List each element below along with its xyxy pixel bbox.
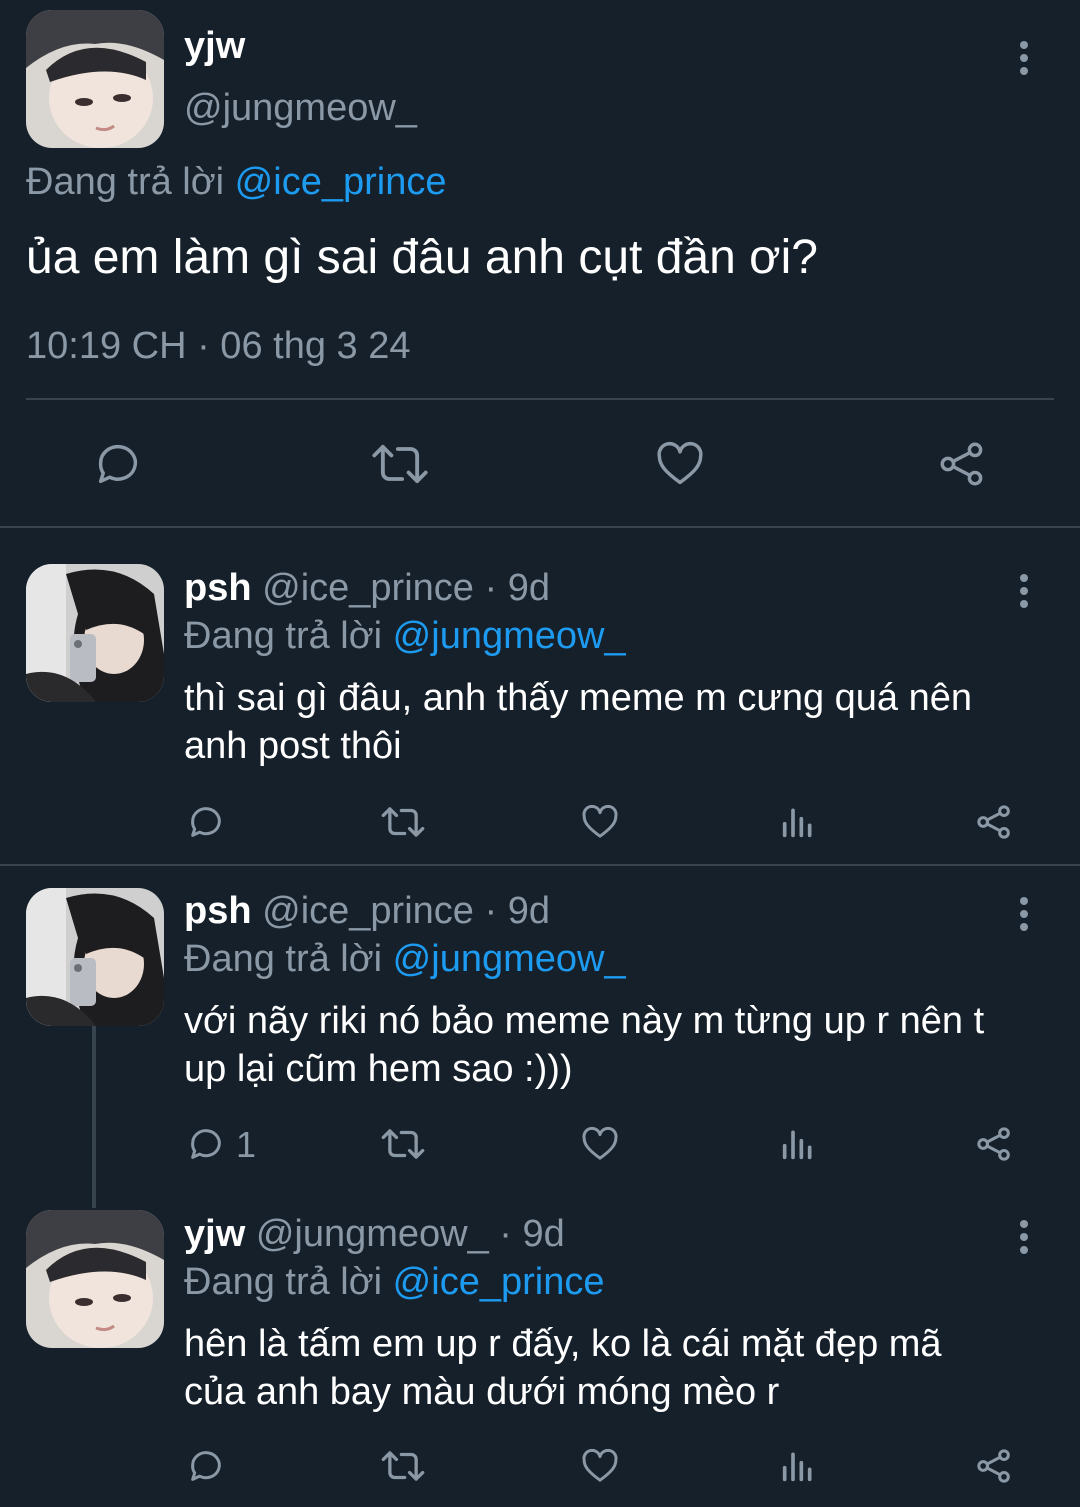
reply-text: với nãy riki nó bảo meme này m từng up r… [184,997,984,1093]
reply-icon[interactable] [92,438,144,490]
retweet-icon[interactable] [380,1446,426,1486]
replying-to-line: Đang trả lời @ice_prince [26,160,446,204]
reply-text-line: của anh bay màu dưới móng mèo r [184,1371,780,1413]
replying-to-link[interactable]: @jungmeow_ [393,938,626,980]
tweet-timestamp: 10:19 CH · 06 thg 3 24 [26,325,411,367]
replying-to-line: Đang trả lời @jungmeow_ [184,937,626,981]
views-icon[interactable] [778,1124,818,1164]
reply-icon[interactable] [186,1446,226,1486]
share-icon[interactable] [936,438,988,490]
reply-text-line: hên là tấm em up r đấy, ko là cái mặt đẹ… [184,1323,942,1365]
replying-to-line: Đang trả lời @jungmeow_ [184,614,626,658]
author-handle[interactable]: @jungmeow_ [256,1213,489,1255]
share-icon[interactable] [974,1446,1014,1486]
more-options-icon[interactable] [1018,893,1030,933]
replying-prefix: Đang trả lời [184,615,383,657]
replying-prefix: Đang trả lời [184,1261,383,1303]
replying-to-line: Đang trả lời @ice_prince [184,1260,604,1304]
reply-header: psh @ice_prince · 9d [184,566,550,610]
more-options-icon[interactable] [1018,37,1030,77]
author-handle[interactable]: @ice_prince [262,890,474,932]
replying-to-link[interactable]: @ice_prince [393,1261,605,1303]
more-options-icon[interactable] [1018,570,1030,610]
timestamp-divider [26,398,1054,400]
avatar[interactable] [26,10,164,148]
reply-count: 1 [236,1124,257,1165]
retweet-icon[interactable] [380,802,426,842]
reply-text-line: up lại cũm hem sao :))) [184,1048,573,1090]
author-handle[interactable]: @jungmeow_ [184,86,417,130]
like-icon[interactable] [580,802,620,842]
reply-text-line: với nãy riki nó bảo meme này m từng up r… [184,1000,985,1042]
author-name[interactable]: psh [184,890,252,932]
section-divider [0,526,1080,528]
author-name[interactable]: yjw [184,1213,245,1255]
avatar[interactable] [26,1210,164,1348]
reply-time: · 9d [484,567,550,609]
reply-text: thì sai gì đâu, anh thấy meme m cưng quá… [184,674,972,770]
avatar[interactable] [26,888,164,1026]
author-handle[interactable]: @ice_prince [262,567,474,609]
tweet-text: ủa em làm gì sai đâu anh cụt đần ơi? [26,231,818,284]
thread-connector [92,1026,96,1208]
retweet-icon[interactable] [380,1124,426,1164]
share-icon[interactable] [974,802,1014,842]
section-divider [0,864,1080,866]
reply-text: hên là tấm em up r đấy, ko là cái mặt đẹ… [184,1320,942,1416]
like-icon[interactable] [580,1124,620,1164]
reply-icon[interactable] [186,1124,226,1164]
replying-to-link[interactable]: @jungmeow_ [393,615,626,657]
replying-prefix: Đang trả lời [184,938,383,980]
reply-icon[interactable] [186,802,226,842]
replying-to-link[interactable]: @ice_prince [235,161,447,203]
views-icon[interactable] [778,1446,818,1486]
like-icon[interactable] [580,1446,620,1486]
reply-header: yjw @jungmeow_ · 9d [184,1212,565,1256]
author-name[interactable]: psh [184,567,252,609]
retweet-icon[interactable] [370,438,430,490]
reply-time: · 9d [499,1213,565,1255]
avatar[interactable] [26,564,164,702]
views-icon[interactable] [778,802,818,842]
more-options-icon[interactable] [1018,1216,1030,1256]
reply-text-line: thì sai gì đâu, anh thấy meme m cưng quá… [184,677,973,719]
share-icon[interactable] [974,1124,1014,1164]
author-name[interactable]: yjw [184,24,245,68]
replying-prefix: Đang trả lời [26,161,225,203]
like-icon[interactable] [654,438,706,490]
reply-text-line: anh post thôi [184,725,402,767]
reply-time: · 9d [484,890,550,932]
reply-header: psh @ice_prince · 9d [184,889,550,933]
